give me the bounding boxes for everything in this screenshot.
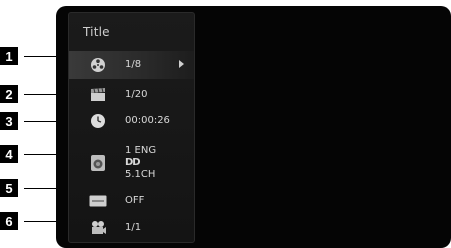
callout-6: 6	[0, 212, 18, 230]
title-value: 1/8	[125, 59, 142, 70]
time-value: 00:00:26	[125, 115, 170, 126]
chapter-value: 1/20	[125, 89, 148, 100]
menu-row-time[interactable]: 00:00:26	[69, 111, 194, 131]
audio-format-dolby: DD	[125, 157, 141, 168]
menu-title: Title	[83, 25, 110, 39]
menu-row-audio[interactable]: 1 ENG DD 5.1CH	[69, 143, 194, 183]
callout-3: 3	[0, 112, 18, 130]
callout-4: 4	[0, 145, 18, 163]
tv-screen: Title 1/8 1/20 00:00:26 1 ENG DD 5.1CH O…	[56, 6, 451, 248]
camera-angle-icon	[89, 219, 107, 237]
callout-1: 1	[0, 47, 18, 65]
clock-icon	[89, 112, 107, 130]
audio-channels: 5.1CH	[125, 169, 156, 180]
audio-language: 1 ENG	[125, 145, 157, 156]
speaker-icon	[89, 154, 107, 172]
disc-reel-icon	[89, 56, 107, 74]
display-menu-panel: Title 1/8 1/20 00:00:26 1 ENG DD 5.1CH O…	[68, 12, 195, 243]
menu-row-angle[interactable]: 1/1	[69, 217, 194, 239]
audio-value: 1 ENG DD 5.1CH	[125, 145, 156, 181]
callout-2: 2	[0, 85, 18, 103]
subtitle-value: OFF	[125, 195, 145, 206]
angle-value: 1/1	[125, 222, 142, 233]
clapperboard-icon	[89, 86, 107, 104]
menu-row-subtitle[interactable]: OFF	[69, 191, 194, 211]
menu-row-chapter[interactable]: 1/20	[69, 85, 194, 105]
menu-row-title[interactable]: 1/8	[69, 51, 194, 79]
callout-5: 5	[0, 179, 18, 197]
chevron-right-icon[interactable]	[179, 60, 184, 68]
subtitle-abc-icon	[89, 192, 107, 210]
